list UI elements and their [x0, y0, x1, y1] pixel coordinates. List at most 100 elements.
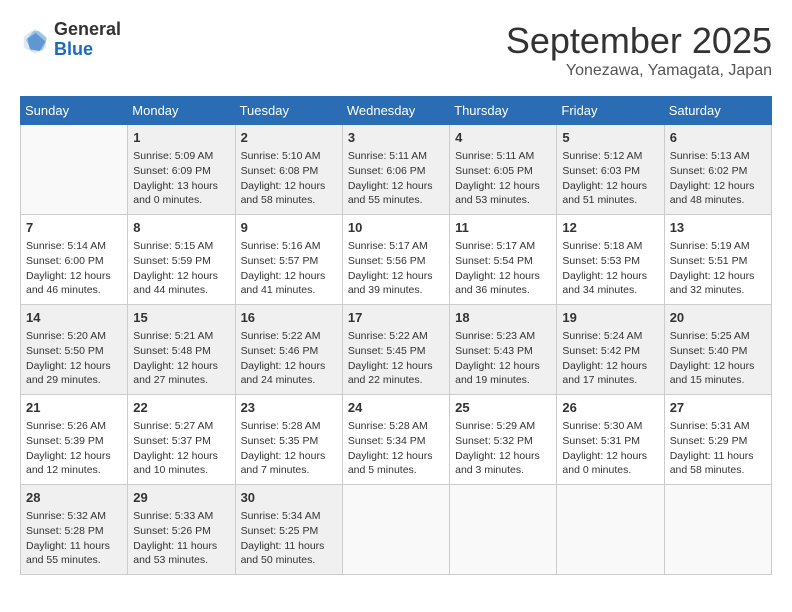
logo-general: General: [54, 20, 121, 40]
day-info: Sunset: 5:54 PM: [455, 254, 551, 269]
day-number: 2: [241, 129, 337, 147]
day-info: Sunrise: 5:11 AM: [348, 149, 444, 164]
day-number: 29: [133, 489, 229, 507]
day-number: 24: [348, 399, 444, 417]
day-number: 10: [348, 219, 444, 237]
day-info: and 46 minutes.: [26, 283, 122, 298]
calendar-cell: 2Sunrise: 5:10 AMSunset: 6:08 PMDaylight…: [235, 125, 342, 215]
day-info: Sunrise: 5:18 AM: [562, 239, 658, 254]
day-info: Daylight: 12 hours: [455, 449, 551, 464]
calendar-cell: 21Sunrise: 5:26 AMSunset: 5:39 PMDayligh…: [21, 395, 128, 485]
calendar-week-1: 1Sunrise: 5:09 AMSunset: 6:09 PMDaylight…: [21, 125, 772, 215]
day-info: Daylight: 11 hours: [26, 539, 122, 554]
calendar-cell: [450, 485, 557, 575]
day-info: and 58 minutes.: [670, 463, 766, 478]
header-cell-wednesday: Wednesday: [342, 97, 449, 125]
day-info: and 5 minutes.: [348, 463, 444, 478]
day-info: Sunrise: 5:11 AM: [455, 149, 551, 164]
header-cell-saturday: Saturday: [664, 97, 771, 125]
calendar-cell: 30Sunrise: 5:34 AMSunset: 5:25 PMDayligh…: [235, 485, 342, 575]
logo-icon: [20, 25, 50, 55]
day-info: and 55 minutes.: [26, 553, 122, 568]
day-info: Sunset: 5:26 PM: [133, 524, 229, 539]
day-info: Daylight: 12 hours: [348, 449, 444, 464]
day-info: and 36 minutes.: [455, 283, 551, 298]
day-info: and 55 minutes.: [348, 193, 444, 208]
day-info: and 24 minutes.: [241, 373, 337, 388]
day-info: and 51 minutes.: [562, 193, 658, 208]
calendar-cell: [557, 485, 664, 575]
day-info: and 0 minutes.: [562, 463, 658, 478]
calendar-cell: 3Sunrise: 5:11 AMSunset: 6:06 PMDaylight…: [342, 125, 449, 215]
calendar-cell: 23Sunrise: 5:28 AMSunset: 5:35 PMDayligh…: [235, 395, 342, 485]
day-number: 8: [133, 219, 229, 237]
day-info: Sunset: 5:40 PM: [670, 344, 766, 359]
day-info: Sunset: 6:09 PM: [133, 164, 229, 179]
day-info: and 53 minutes.: [455, 193, 551, 208]
day-info: Sunrise: 5:31 AM: [670, 419, 766, 434]
day-info: Sunrise: 5:22 AM: [241, 329, 337, 344]
day-info: Sunrise: 5:28 AM: [348, 419, 444, 434]
day-info: and 19 minutes.: [455, 373, 551, 388]
day-info: and 48 minutes.: [670, 193, 766, 208]
day-info: Sunset: 6:06 PM: [348, 164, 444, 179]
day-number: 4: [455, 129, 551, 147]
header-cell-sunday: Sunday: [21, 97, 128, 125]
day-info: Daylight: 12 hours: [133, 449, 229, 464]
day-info: Daylight: 12 hours: [670, 269, 766, 284]
day-info: Sunset: 5:32 PM: [455, 434, 551, 449]
day-info: Daylight: 12 hours: [133, 269, 229, 284]
page-header: General Blue September 2025 Yonezawa, Ya…: [20, 20, 772, 80]
day-info: and 22 minutes.: [348, 373, 444, 388]
calendar-week-5: 28Sunrise: 5:32 AMSunset: 5:28 PMDayligh…: [21, 485, 772, 575]
logo-text: General Blue: [54, 20, 121, 60]
day-number: 11: [455, 219, 551, 237]
day-info: Sunset: 5:45 PM: [348, 344, 444, 359]
day-info: Daylight: 11 hours: [133, 539, 229, 554]
day-info: Sunset: 5:43 PM: [455, 344, 551, 359]
calendar-week-4: 21Sunrise: 5:26 AMSunset: 5:39 PMDayligh…: [21, 395, 772, 485]
day-info: Sunset: 5:29 PM: [670, 434, 766, 449]
location: Yonezawa, Yamagata, Japan: [506, 62, 772, 80]
day-info: Sunrise: 5:15 AM: [133, 239, 229, 254]
calendar-week-2: 7Sunrise: 5:14 AMSunset: 6:00 PMDaylight…: [21, 215, 772, 305]
day-info: Sunset: 6:00 PM: [26, 254, 122, 269]
day-number: 21: [26, 399, 122, 417]
day-info: Sunset: 5:37 PM: [133, 434, 229, 449]
day-number: 30: [241, 489, 337, 507]
day-number: 5: [562, 129, 658, 147]
day-info: and 17 minutes.: [562, 373, 658, 388]
day-info: and 7 minutes.: [241, 463, 337, 478]
day-info: Sunrise: 5:34 AM: [241, 509, 337, 524]
day-info: Sunrise: 5:25 AM: [670, 329, 766, 344]
calendar-cell: 6Sunrise: 5:13 AMSunset: 6:02 PMDaylight…: [664, 125, 771, 215]
day-info: Daylight: 12 hours: [348, 269, 444, 284]
day-info: Sunset: 5:59 PM: [133, 254, 229, 269]
calendar-cell: [664, 485, 771, 575]
day-info: Sunrise: 5:09 AM: [133, 149, 229, 164]
day-number: 15: [133, 309, 229, 327]
day-number: 25: [455, 399, 551, 417]
day-info: and 0 minutes.: [133, 193, 229, 208]
day-info: Daylight: 11 hours: [670, 449, 766, 464]
day-info: Sunset: 6:08 PM: [241, 164, 337, 179]
calendar-cell: 19Sunrise: 5:24 AMSunset: 5:42 PMDayligh…: [557, 305, 664, 395]
calendar-cell: 28Sunrise: 5:32 AMSunset: 5:28 PMDayligh…: [21, 485, 128, 575]
day-number: 14: [26, 309, 122, 327]
day-info: Sunrise: 5:32 AM: [26, 509, 122, 524]
day-info: Sunset: 5:25 PM: [241, 524, 337, 539]
day-info: and 29 minutes.: [26, 373, 122, 388]
day-info: and 58 minutes.: [241, 193, 337, 208]
month-title: September 2025: [506, 20, 772, 62]
calendar-cell: 16Sunrise: 5:22 AMSunset: 5:46 PMDayligh…: [235, 305, 342, 395]
day-info: Daylight: 12 hours: [241, 179, 337, 194]
day-info: and 44 minutes.: [133, 283, 229, 298]
day-number: 20: [670, 309, 766, 327]
day-info: and 27 minutes.: [133, 373, 229, 388]
day-info: Daylight: 12 hours: [670, 359, 766, 374]
day-info: Sunset: 5:53 PM: [562, 254, 658, 269]
day-info: and 32 minutes.: [670, 283, 766, 298]
day-info: Sunrise: 5:14 AM: [26, 239, 122, 254]
day-number: 26: [562, 399, 658, 417]
day-info: Sunset: 6:05 PM: [455, 164, 551, 179]
